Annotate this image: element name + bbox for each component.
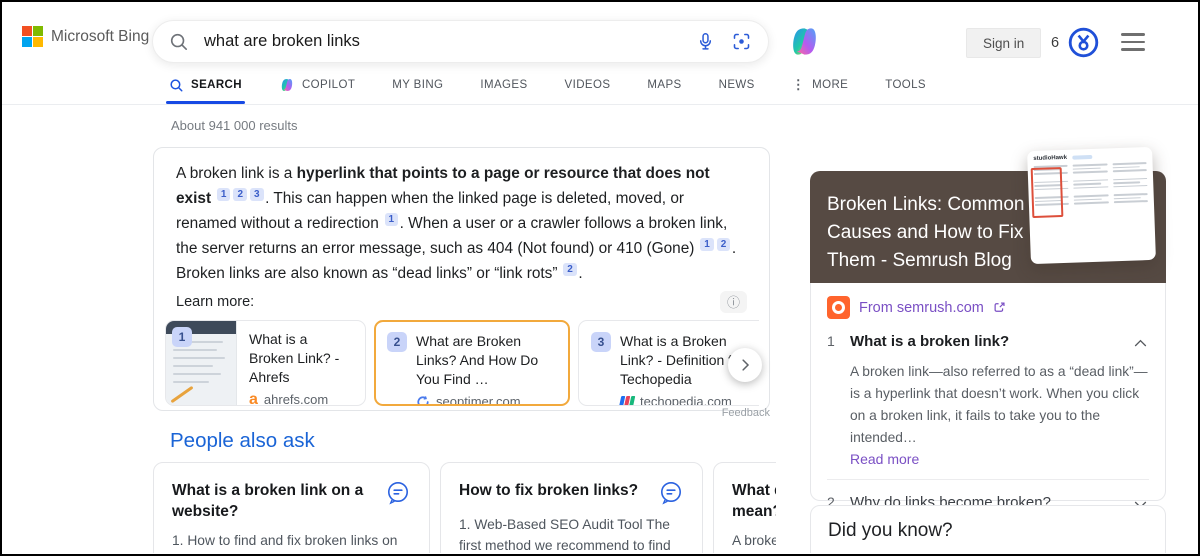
citation-badge[interactable]: 1 [700,238,714,251]
chat-bubble-icon [385,480,411,522]
header: Microsoft Bing [2,2,1198,66]
search-input[interactable] [202,31,695,52]
learn-more-carousel: 1 What is a Broken Link? - Ahrefs a ahre… [165,320,759,406]
search-icon [169,78,184,93]
result-source: seoptimer.com [436,394,521,406]
citation-badge[interactable]: 2 [717,238,731,251]
microsoft-logo-icon [22,26,43,47]
search-icon [169,32,189,52]
feedback-link[interactable]: Feedback [153,407,770,419]
sign-in-button[interactable]: Sign in [966,28,1041,58]
seoptimer-logo-icon [416,395,430,407]
citation-badge[interactable]: 1 [217,188,231,201]
tab-videos[interactable]: VIDEOS [565,66,611,104]
result-title: What is a Broken Link? - Ahrefs [249,330,355,387]
info-button[interactable]: ⓘ [720,291,747,313]
people-also-ask-cards: What is a broken link on a website? 1. H… [153,462,776,553]
mic-icon[interactable] [695,31,716,52]
rewards-medal-icon [1068,27,1099,58]
citation-badge[interactable]: 3 [250,188,264,201]
result-title: What are Broken Links? And How Do You Fi… [416,332,557,389]
results-count: About 941 000 results [171,118,297,133]
main-content: About 941 000 results A broken link is a… [2,105,1198,553]
copilot-icon[interactable] [787,24,822,62]
qa-answer: A broken link—also referred to as a “dea… [850,361,1149,449]
rewards-button[interactable]: 6 [1045,26,1105,59]
thumbnail-highlight-box [1031,167,1064,218]
did-you-know-heading: Did you know? [828,520,1148,542]
paa-card[interactable]: What does a broken link mean? A broken l… [713,462,776,553]
result-number-badge: 3 [591,332,611,352]
visual-search-icon[interactable] [731,31,752,52]
chat-bubble-icon [658,480,684,506]
people-also-ask-heading: People also ask [170,429,315,453]
search-box [152,20,769,63]
qa-item-1-header[interactable]: 1 What is a broken link? [827,333,1149,352]
ahrefs-logo-icon: a [249,393,258,407]
tab-copilot[interactable]: COPILOT [279,66,355,104]
paa-card[interactable]: What is a broken link on a website? 1. H… [153,462,430,553]
citation-badge[interactable]: 2 [563,263,577,276]
source-label: From semrush.com [859,300,984,316]
paa-question: What does a broken link mean? [732,480,776,522]
paa-question: What is a broken link on a website? [172,480,375,522]
article-thumbnail[interactable]: studioHawk [1027,147,1156,264]
tab-my-bing[interactable]: MY BING [392,66,443,104]
citation-badge[interactable]: 1 [385,213,399,226]
rewards-count: 6 [1051,35,1059,51]
qa-question: What is a broken link? [850,333,1120,350]
bing-brand[interactable]: Microsoft Bing [22,26,149,47]
carousel-next-button[interactable] [728,348,762,382]
did-you-know-card[interactable]: Did you know? [810,505,1166,553]
copilot-icon [279,77,295,93]
tab-maps[interactable]: MAPS [647,66,681,104]
tab-images[interactable]: IMAGES [480,66,527,104]
nav-tabs: SEARCH COPILOT MY BING IMAGES VIDEOS MAP… [2,66,1198,105]
brand-text: Microsoft Bing [51,28,149,46]
result-source: techopedia.com [640,394,732,406]
article-title: Broken Links: Common Causes and How to F… [827,194,1024,271]
semrush-logo-icon [827,296,850,319]
external-link-icon [993,301,1006,314]
article-qa-card: From semrush.com 1 What is a broken link… [810,283,1166,501]
more-dots-icon: ⋮ [792,77,805,93]
result-number-badge: 1 [172,327,192,347]
citation-badge[interactable]: 2 [233,188,247,201]
learn-more-label: Learn more: [176,294,254,310]
learn-more-card-ahrefs[interactable]: 1 What is a Broken Link? - Ahrefs a ahre… [165,320,366,406]
bing-search-page: Microsoft Bing [0,0,1200,556]
info-icon: ⓘ [727,295,740,310]
tab-more[interactable]: ⋮ MORE [792,66,849,104]
result-source: ahrefs.com [264,392,328,406]
divider [827,479,1149,480]
answer-text: A broken link is a hyperlink that points… [176,161,747,286]
result-thumbnail: 1 [166,321,237,405]
learn-more-card-seoptimer[interactable]: 2 What are Broken Links? And How Do You … [374,320,570,406]
source-link[interactable]: From semrush.com [827,296,1149,319]
techopedia-logo-icon [620,396,634,407]
paa-card[interactable]: How to fix broken links? 1. Web-Based SE… [440,462,703,553]
paa-snippet: A broken link is a hyperlink that no lon… [732,530,776,553]
tab-news[interactable]: NEWS [719,66,755,104]
result-number-badge: 2 [387,332,407,352]
hamburger-menu-button[interactable] [1121,33,1145,51]
paa-snippet: 1. Web-Based SEO Audit Tool The first me… [459,514,684,553]
tab-search[interactable]: SEARCH [169,66,242,104]
paa-snippet: 1. How to find and fix broken links on [172,530,411,551]
paa-question: How to fix broken links? [459,480,648,506]
chevron-up-icon [1132,335,1149,352]
thumbnail-brand-text: studioHawk [1033,155,1067,162]
answer-card: A broken link is a hyperlink that points… [153,147,770,411]
tab-tools[interactable]: TOOLS [885,66,926,104]
read-more-link[interactable]: Read more [850,451,1149,467]
